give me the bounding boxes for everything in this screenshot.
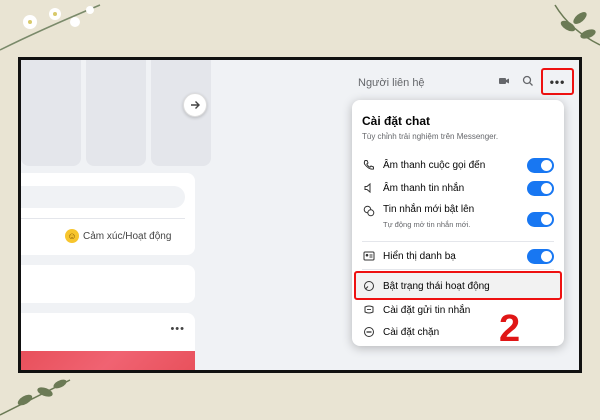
- story-card[interactable]: [86, 60, 146, 166]
- incoming-call-sound-toggle[interactable]: [527, 157, 554, 173]
- post-banner-image: [21, 351, 195, 370]
- phone-icon: [362, 158, 376, 172]
- menu-item-label: Âm thanh tin nhắn: [383, 182, 465, 194]
- chat-settings-title: Cài đặt chat: [362, 114, 431, 128]
- leaf-decoration-icon: [0, 379, 71, 416]
- post-composer: ☺ Cảm xúc/Hoạt động: [21, 173, 195, 255]
- menu-item-active-status[interactable]: Bật trạng thái hoạt động: [362, 278, 554, 294]
- video-call-icon[interactable]: [498, 75, 510, 90]
- post-more-icon[interactable]: •••: [170, 323, 185, 335]
- leaf-decoration-icon: [554, 4, 600, 46]
- menu-item-label: Cài đặt chặn: [383, 326, 440, 338]
- search-icon[interactable]: [522, 75, 534, 90]
- block-icon: [362, 325, 376, 339]
- menu-item-label: Âm thanh cuộc gọi đến: [383, 159, 486, 171]
- menu-item-block-settings[interactable]: Cài đặt chặn: [362, 324, 554, 340]
- divider: [362, 241, 554, 242]
- menu-item-label: Cài đặt gửi tin nhắn: [383, 304, 471, 316]
- chat-settings-subtitle: Tùy chỉnh trải nghiệm trên Messenger.: [362, 132, 499, 141]
- menu-item-description: Tự động mở tin nhắn mới.: [383, 220, 471, 229]
- menu-item-label: Hiển thị danh bạ: [383, 250, 456, 262]
- feeling-activity-label: Cảm xúc/Hoạt động: [83, 230, 172, 242]
- feed-card: [21, 265, 195, 303]
- menu-item-label: Bật trạng thái hoạt động: [383, 280, 490, 292]
- contact-card-icon: [362, 249, 376, 263]
- active-status-icon: [362, 279, 376, 293]
- new-message-popup-toggle[interactable]: [527, 212, 554, 227]
- more-options-button[interactable]: •••: [541, 68, 574, 95]
- arrow-right-icon: [191, 101, 200, 109]
- feed-post: •••: [21, 313, 195, 370]
- menu-item-show-contacts[interactable]: Hiển thị danh bạ: [362, 248, 554, 264]
- speaker-icon: [362, 181, 376, 195]
- story-card[interactable]: [21, 60, 81, 166]
- contacts-header: Người liên hệ: [358, 77, 425, 89]
- stories-next-button[interactable]: [183, 93, 207, 117]
- menu-item-message-delivery-settings[interactable]: Cài đặt gửi tin nhắn: [362, 302, 554, 318]
- show-contacts-toggle[interactable]: [527, 248, 554, 264]
- smile-emoji-icon: ☺: [65, 229, 79, 243]
- floral-decoration-icon: [0, 4, 101, 51]
- chat-bubbles-icon: [362, 204, 376, 218]
- divider: [21, 218, 185, 219]
- menu-item-incoming-call-sound[interactable]: Âm thanh cuộc gọi đến: [362, 157, 554, 173]
- message-sound-toggle[interactable]: [527, 180, 554, 196]
- message-settings-icon: [362, 303, 376, 317]
- menu-item-label: Tin nhắn mới bật lên: [383, 204, 475, 215]
- step-number-2: 2: [499, 308, 521, 350]
- divider: [362, 269, 554, 270]
- composer-input[interactable]: [21, 186, 185, 208]
- menu-item-message-sound[interactable]: Âm thanh tin nhắn: [362, 180, 554, 196]
- menu-item-new-message-popup[interactable]: Tin nhắn mới bật lên Tự động mở tin nhắn…: [362, 204, 554, 234]
- more-dots-icon: •••: [549, 74, 566, 89]
- screenshot-frame: ☺ Cảm xúc/Hoạt động ••• Người liên hệ ••…: [18, 57, 582, 373]
- feeling-activity-button[interactable]: ☺ Cảm xúc/Hoạt động: [65, 229, 171, 243]
